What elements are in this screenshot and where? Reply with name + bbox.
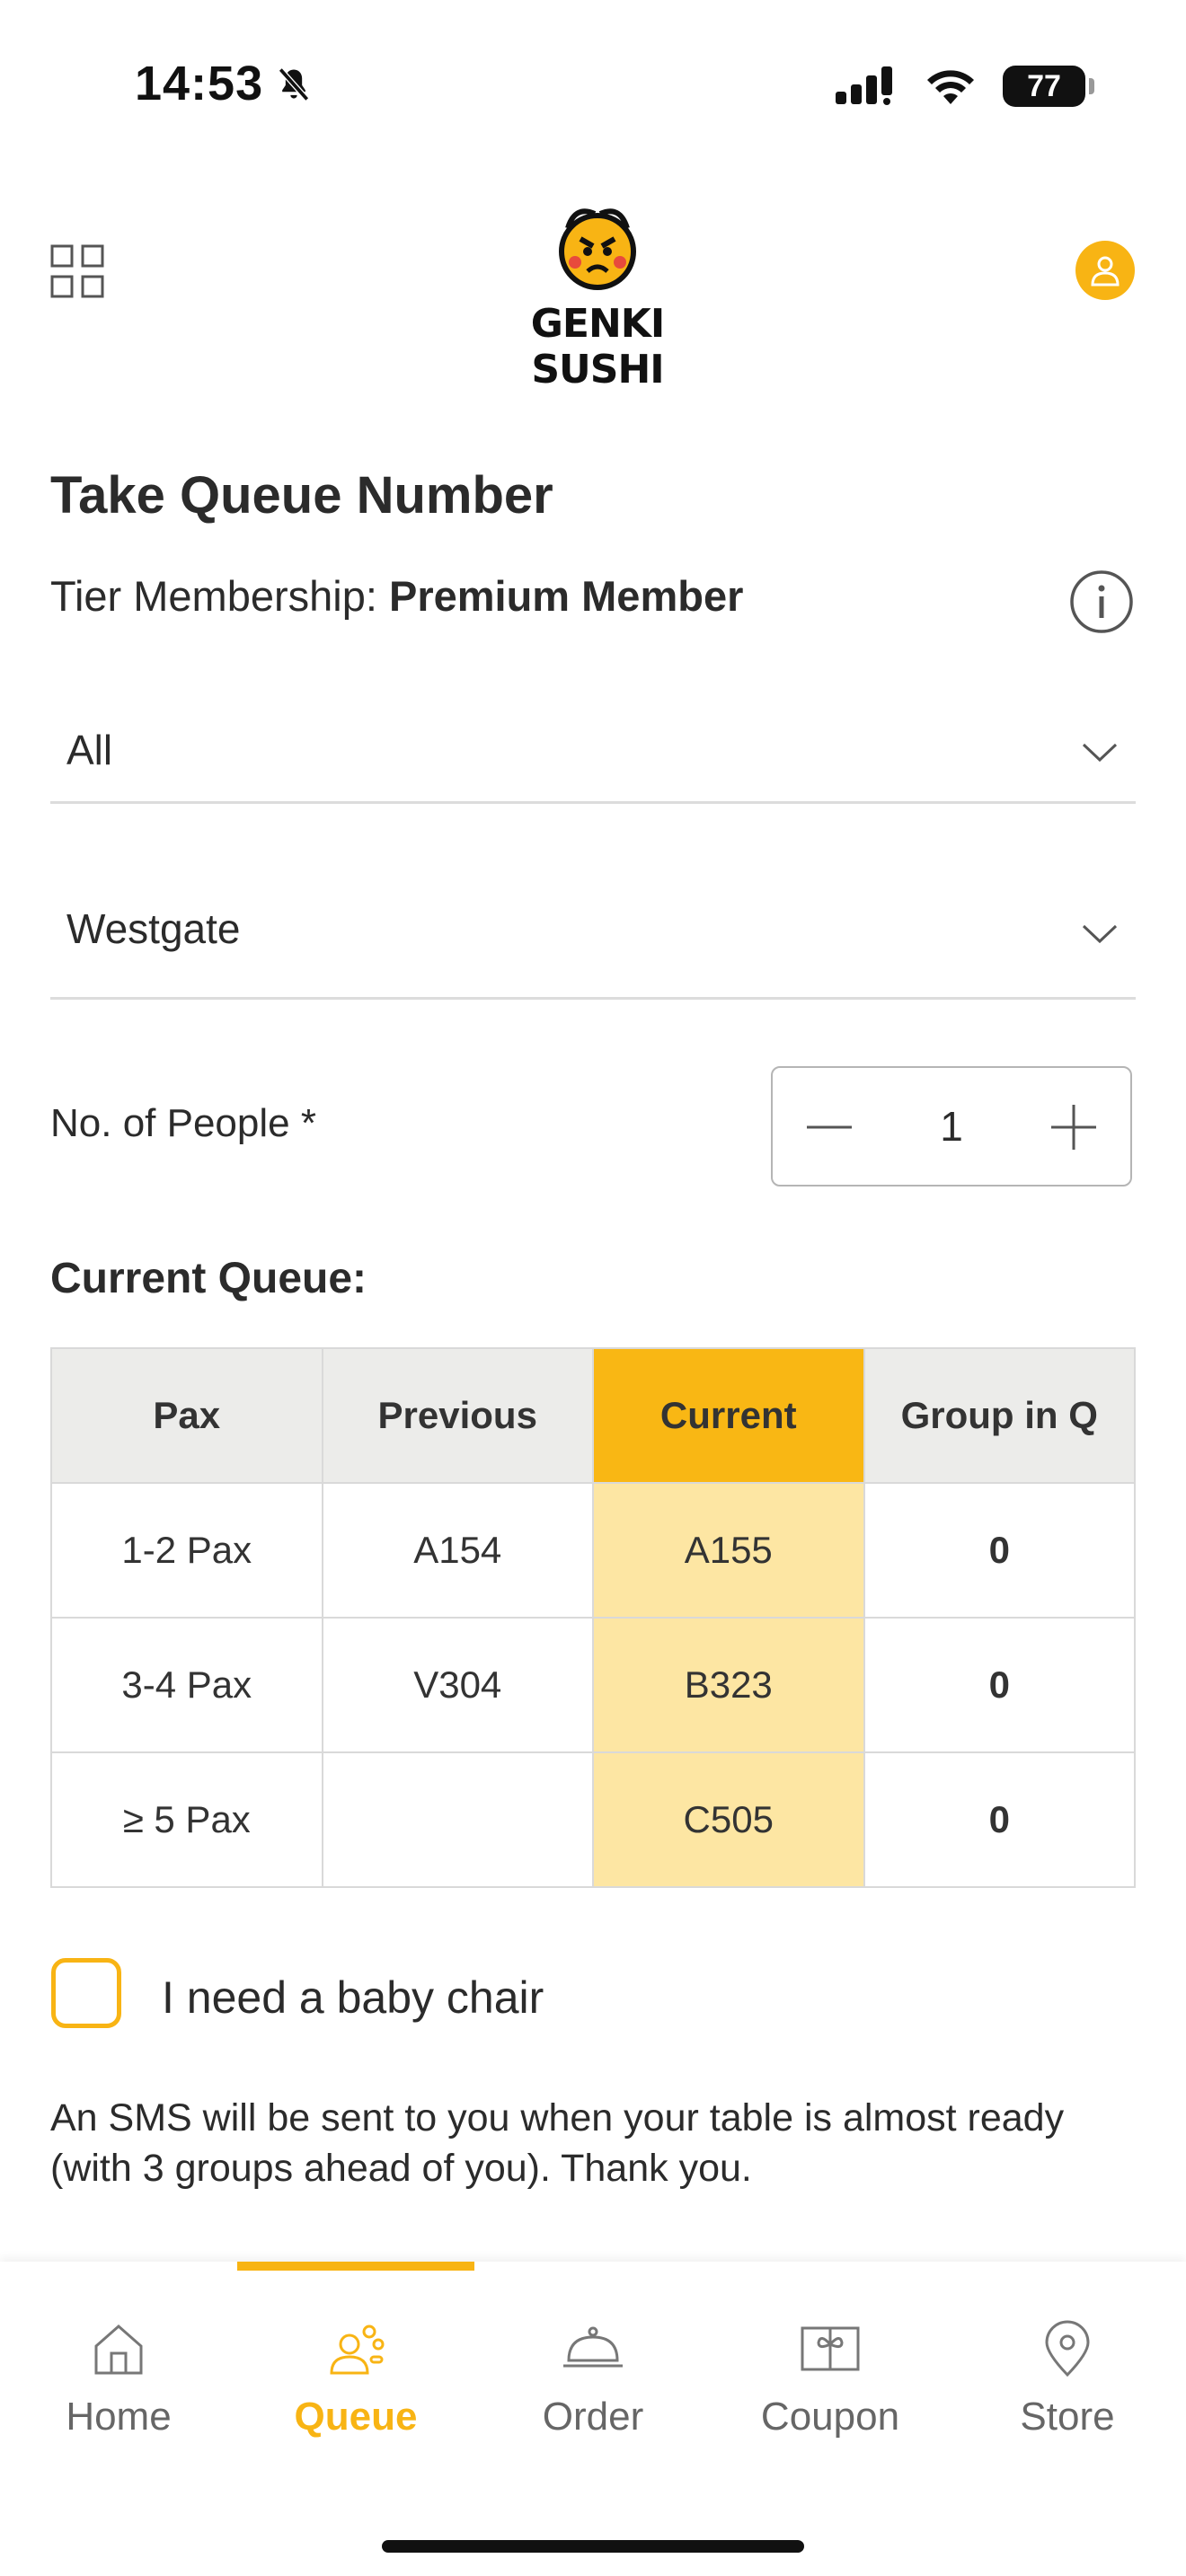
cell-previous: A154 xyxy=(321,1482,594,1619)
silent-bell-icon xyxy=(278,67,310,101)
table-header-row: Pax Previous Current Group in Q xyxy=(50,1347,1136,1484)
nav-queue[interactable]: Queue xyxy=(237,2262,474,2477)
header-current: Current xyxy=(592,1347,865,1484)
tier-membership: Tier Membership: Premium Member xyxy=(50,571,743,621)
status-time: 14:53 xyxy=(135,57,264,110)
cell-previous: V304 xyxy=(321,1617,594,1753)
sms-note: An SMS will be sent to you when your tab… xyxy=(50,2096,1065,2190)
nav-queue-label: Queue xyxy=(294,2395,418,2439)
home-icon xyxy=(94,2325,143,2375)
cell-pax: ≥ 5 Pax xyxy=(50,1751,323,1888)
info-icon[interactable] xyxy=(1069,569,1134,634)
store-icon xyxy=(1045,2320,1090,2378)
wifi-icon xyxy=(927,70,974,104)
genki-sushi-logo[interactable]: GENKI SUSHI xyxy=(485,201,710,393)
cell-pax: 3-4 Pax xyxy=(50,1617,323,1753)
table-row: 1-2 Pax A154 A155 0 xyxy=(50,1482,1136,1619)
tier-value: Premium Member xyxy=(388,572,744,620)
nav-order-label: Order xyxy=(542,2395,644,2439)
cellular-signal-icon xyxy=(836,66,892,105)
cell-current: B323 xyxy=(592,1617,865,1753)
store-select[interactable]: Westgate xyxy=(50,880,1136,1000)
brand-wordmark: GENKI SUSHI xyxy=(530,301,665,393)
nav-home[interactable]: Home xyxy=(0,2262,237,2477)
baby-chair-label[interactable]: I need a baby chair xyxy=(162,1972,544,2024)
people-label: No. of People * xyxy=(50,1101,316,1145)
cell-previous xyxy=(321,1751,594,1888)
people-stepper: 1 xyxy=(771,1066,1132,1187)
plus-icon[interactable] xyxy=(1044,1098,1103,1157)
page-title: Take Queue Number xyxy=(50,466,553,525)
cell-group-in-q: 0 xyxy=(863,1751,1136,1888)
queue-icon xyxy=(330,2325,385,2375)
cell-pax: 1-2 Pax xyxy=(50,1482,323,1619)
nav-coupon[interactable]: Coupon xyxy=(712,2262,949,2477)
chevron-down-icon xyxy=(1082,743,1118,763)
menu-grid-icon[interactable] xyxy=(50,244,104,298)
tier-label: Tier Membership: xyxy=(50,572,377,620)
header-previous: Previous xyxy=(321,1347,594,1484)
battery-icon: 77 xyxy=(1003,66,1094,107)
cell-current: A155 xyxy=(592,1482,865,1619)
bottom-nav: Home Queue Order Coupon Store xyxy=(0,2262,1186,2576)
cell-current: C505 xyxy=(592,1751,865,1888)
cell-group-in-q: 0 xyxy=(863,1482,1136,1619)
profile-button[interactable] xyxy=(1075,241,1135,300)
chevron-down-icon xyxy=(1082,924,1118,944)
nav-store-label: Store xyxy=(1020,2395,1115,2439)
status-icons: 77 xyxy=(836,61,1094,111)
baby-chair-checkbox[interactable] xyxy=(51,1958,121,2028)
home-indicator[interactable] xyxy=(382,2540,804,2553)
coupon-icon xyxy=(801,2326,860,2371)
category-select[interactable]: All xyxy=(50,701,1136,804)
cell-group-in-q: 0 xyxy=(863,1617,1136,1753)
queue-table: Pax Previous Current Group in Q 1-2 Pax … xyxy=(50,1347,1136,1888)
nav-active-indicator xyxy=(237,2262,474,2271)
table-row: ≥ 5 Pax C505 0 xyxy=(50,1751,1136,1888)
table-row: 3-4 Pax V304 B323 0 xyxy=(50,1617,1136,1753)
nav-home-label: Home xyxy=(66,2395,172,2439)
user-icon xyxy=(1091,256,1120,287)
store-value: Westgate xyxy=(66,905,241,952)
genki-mascot-icon xyxy=(559,208,636,290)
nav-store[interactable]: Store xyxy=(949,2262,1186,2477)
category-value: All xyxy=(66,727,113,773)
order-icon xyxy=(563,2326,623,2368)
header-group-in-q: Group in Q xyxy=(863,1347,1136,1484)
header-pax: Pax xyxy=(50,1347,323,1484)
nav-coupon-label: Coupon xyxy=(760,2395,900,2439)
current-queue-title: Current Queue: xyxy=(50,1255,367,1302)
nav-order[interactable]: Order xyxy=(474,2262,712,2477)
